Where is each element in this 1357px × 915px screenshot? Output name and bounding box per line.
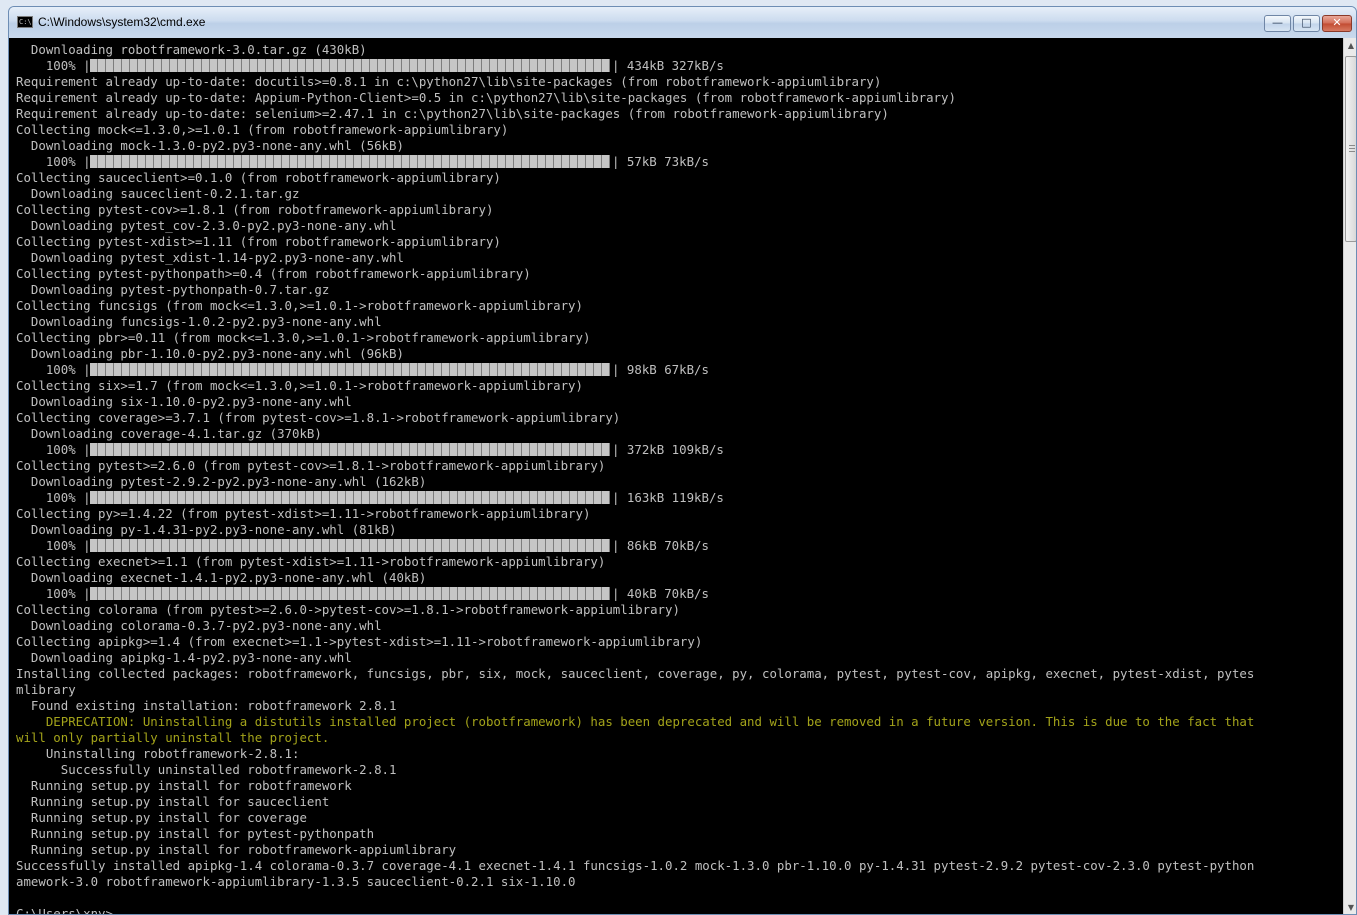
console-line: Downloading pytest_xdist-1.14-py2.py3-no… — [16, 250, 404, 265]
download-progress-stats: | 86kB 70kB/s — [612, 538, 709, 553]
window-title: C:\Windows\system32\cmd.exe — [38, 15, 206, 29]
console-line: 100% | — [16, 154, 91, 169]
console-line: Downloading funcsigs-1.0.2-py2.py3-none-… — [16, 314, 382, 329]
close-button[interactable]: ✕ — [1322, 15, 1352, 32]
command-prompt: C:\Users\xny> — [16, 906, 113, 915]
scroll-up-arrow-icon[interactable]: ▲ — [1344, 38, 1356, 54]
console-line: 100% | — [16, 586, 91, 601]
console-line: Requirement already up-to-date: docutils… — [16, 74, 882, 89]
console-line: Downloading apipkg-1.4-py2.py3-none-any.… — [16, 650, 352, 665]
minimize-button[interactable]: — — [1264, 15, 1291, 32]
download-progress-stats: | 372kB 109kB/s — [612, 442, 724, 457]
download-progress-bar — [90, 491, 610, 504]
console-line: Downloading pytest-pythonpath-0.7.tar.gz — [16, 282, 330, 297]
console-line: mlibrary — [16, 682, 76, 697]
download-progress-stats: | 163kB 119kB/s — [612, 490, 724, 505]
console-line: DEPRECATION: Uninstalling a distutils in… — [16, 714, 1255, 729]
console-line: Collecting apipkg>=1.4 (from execnet>=1.… — [16, 634, 703, 649]
console-line: Downloading pytest-2.9.2-py2.py3-none-an… — [16, 474, 427, 489]
console-line: Collecting pytest-cov>=1.8.1 (from robot… — [16, 202, 494, 217]
console-line: Successfully uninstalled robotframework-… — [16, 762, 397, 777]
download-progress-bar — [90, 539, 610, 552]
console-line: Downloading py-1.4.31-py2.py3-none-any.w… — [16, 522, 397, 537]
cmd-app-icon[interactable]: C:\ — [17, 16, 33, 28]
console-line: amework-3.0 robotframework-appiumlibrary… — [16, 874, 576, 889]
console-line: Downloading colorama-0.3.7-py2.py3-none-… — [16, 618, 382, 633]
console-line: Downloading mock-1.3.0-py2.py3-none-any.… — [16, 138, 404, 153]
scrollbar-thumb[interactable] — [1345, 56, 1356, 242]
console-line: Successfully installed apipkg-1.4 colora… — [16, 858, 1255, 873]
console-line: Installing collected packages: robotfram… — [16, 666, 1255, 681]
console-line: Collecting sauceclient>=0.1.0 (from robo… — [16, 170, 501, 185]
console-line: Collecting mock<=1.3.0,>=1.0.1 (from rob… — [16, 122, 509, 137]
download-progress-stats: | 57kB 73kB/s — [612, 154, 709, 169]
console-line: Collecting pytest-pythonpath>=0.4 (from … — [16, 266, 531, 281]
console-line: Running setup.py install for robotframew… — [16, 778, 352, 793]
console-line: Collecting coverage>=3.7.1 (from pytest-… — [16, 410, 621, 425]
console-line: Downloading six-1.10.0-py2.py3-none-any.… — [16, 394, 352, 409]
download-progress-stats: | 434kB 327kB/s — [612, 58, 724, 73]
download-progress-bar — [90, 155, 610, 168]
download-progress-bar — [90, 587, 610, 600]
grip-line — [1349, 151, 1355, 152]
download-progress-stats: | 40kB 70kB/s — [612, 586, 709, 601]
console-line: Downloading sauceclient-0.2.1.tar.gz — [16, 186, 300, 201]
title-bar[interactable]: C:\ C:\Windows\system32\cmd.exe — □ ✕ — [9, 7, 1356, 37]
console-line: Running setup.py install for pytest-pyth… — [16, 826, 375, 841]
console-line: Running setup.py install for robotframew… — [16, 842, 457, 857]
download-progress-stats: | 98kB 67kB/s — [612, 362, 709, 377]
download-progress-bar — [90, 59, 610, 72]
console-line: Collecting pytest>=2.6.0 (from pytest-co… — [16, 458, 606, 473]
console-line: will only partially uninstall the projec… — [16, 730, 330, 745]
cmd-window: C:\ C:\Windows\system32\cmd.exe — □ ✕ Do… — [8, 6, 1357, 915]
console-line: Collecting six>=1.7 (from mock<=1.3.0,>=… — [16, 378, 583, 393]
console-line: 100% | — [16, 490, 91, 505]
download-progress-bar — [90, 363, 610, 376]
console-line: 100% | — [16, 442, 91, 457]
grip-line — [1349, 145, 1355, 146]
console-line: Collecting py>=1.4.22 (from pytest-xdist… — [16, 506, 591, 521]
console-line: Downloading pytest_cov-2.3.0-py2.py3-non… — [16, 218, 397, 233]
console-line: Found existing installation: robotframew… — [16, 698, 397, 713]
console-line: Requirement already up-to-date: selenium… — [16, 106, 889, 121]
console-line: 100% | — [16, 538, 91, 553]
console-line: Requirement already up-to-date: Appium-P… — [16, 90, 956, 105]
console-line: Collecting funcsigs (from mock<=1.3.0,>=… — [16, 298, 583, 313]
console-line: Downloading pbr-1.10.0-py2.py3-none-any.… — [16, 346, 404, 361]
maximize-button[interactable]: □ — [1293, 15, 1320, 32]
console-line: Downloading execnet-1.4.1-py2.py3-none-a… — [16, 570, 427, 585]
console-line: Running setup.py install for sauceclient — [16, 794, 330, 809]
console-line: Downloading robotframework-3.0.tar.gz (4… — [16, 42, 367, 57]
download-progress-bar — [90, 443, 610, 456]
console-line: 100% | — [16, 58, 91, 73]
console-line: 100% | — [16, 362, 91, 377]
scroll-down-arrow-icon[interactable]: ▼ — [1344, 900, 1356, 914]
console-output[interactable]: Downloading robotframework-3.0.tar.gz (4… — [9, 38, 1343, 915]
console-line: Downloading coverage-4.1.tar.gz (370kB) — [16, 426, 322, 441]
console-line: Collecting colorama (from pytest>=2.6.0-… — [16, 602, 680, 617]
console-line: Collecting pytest-xdist>=1.11 (from robo… — [16, 234, 501, 249]
grip-line — [1349, 148, 1355, 149]
vertical-scrollbar[interactable]: ▲ ▼ — [1343, 38, 1356, 914]
console-line: Uninstalling robotframework-2.8.1: — [16, 746, 300, 761]
console-line: Collecting pbr>=0.11 (from mock<=1.3.0,>… — [16, 330, 591, 345]
console-line: Collecting execnet>=1.1 (from pytest-xdi… — [16, 554, 606, 569]
console-line: Running setup.py install for coverage — [16, 810, 307, 825]
